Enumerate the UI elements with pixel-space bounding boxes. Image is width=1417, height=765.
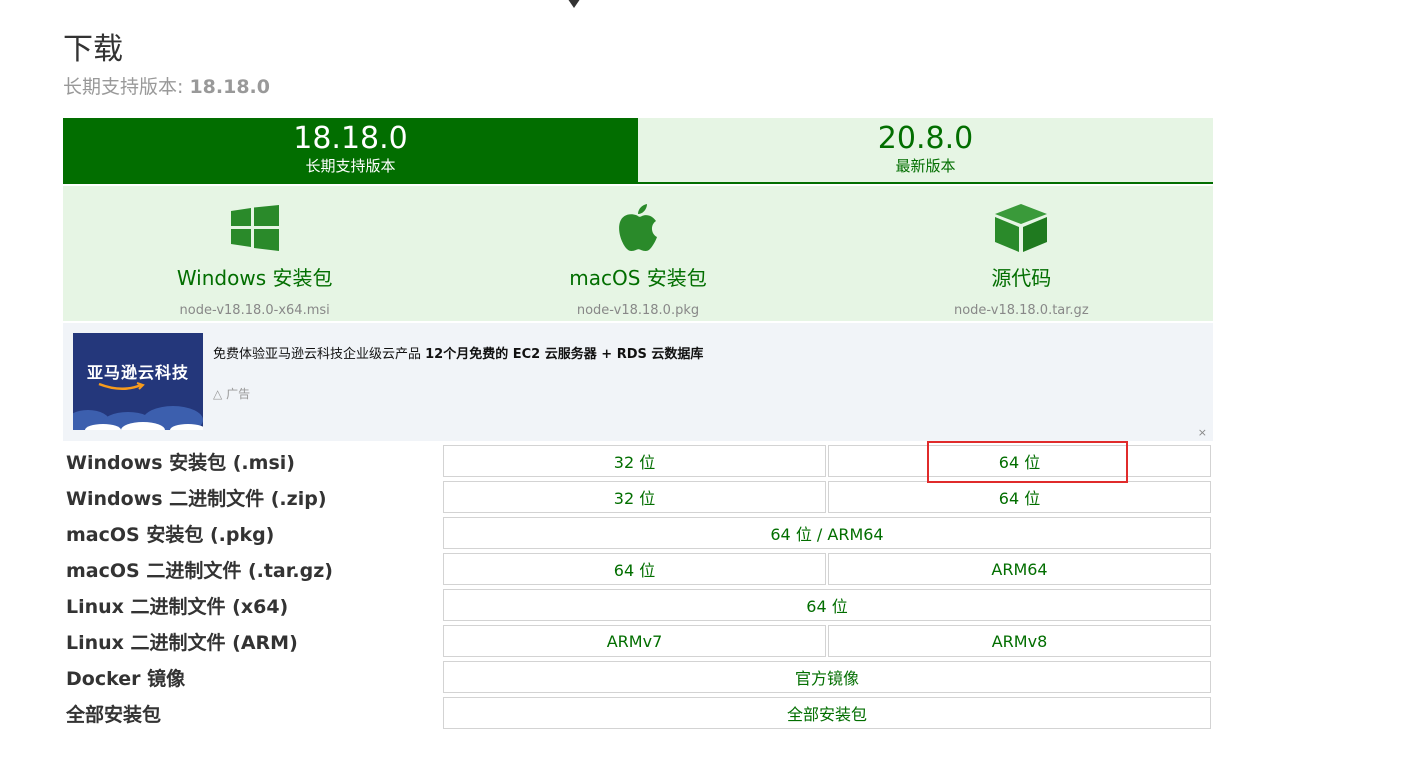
- download-row-macos-tar: macOS 二进制文件 (.tar.gz) 64 位 ARM64: [63, 553, 1213, 585]
- aws-logo-text: 亚马逊云科技: [86, 363, 189, 382]
- page-subtitle: 长期支持版本: 18.18.0: [63, 72, 270, 99]
- windows-installer-link[interactable]: Windows 安装包 node-v18.18.0-x64.msi: [63, 186, 446, 321]
- tab-current-tag: 最新版本: [895, 157, 956, 175]
- download-row-label: macOS 安装包 (.pkg): [66, 524, 275, 546]
- macos-installer-name: macOS 安装包: [569, 266, 707, 290]
- subtitle-version: 18.18.0: [189, 76, 270, 98]
- download-link-linux-x64[interactable]: 64 位: [443, 589, 1211, 621]
- download-row-label: 全部安装包: [66, 704, 162, 726]
- download-row-label: Linux 二进制文件 (x64): [66, 596, 289, 618]
- download-link-macos-pkg[interactable]: 64 位 / ARM64: [443, 517, 1211, 549]
- windows-installer-name: Windows 安装包: [176, 266, 333, 290]
- download-link-macos-tar-arm64[interactable]: ARM64: [828, 553, 1211, 585]
- download-row-label: Windows 二进制文件 (.zip): [66, 488, 327, 510]
- cube-icon: [995, 204, 1048, 252]
- clouds-icon: [73, 406, 203, 430]
- download-row-windows-msi: Windows 安装包 (.msi) 32 位 64 位: [63, 445, 1213, 477]
- download-row-all: 全部安装包 全部安装包: [63, 697, 1213, 729]
- dropdown-caret-icon: [563, 0, 585, 8]
- tab-lts[interactable]: 18.18.0 长期支持版本: [63, 118, 638, 184]
- tab-lts-tag: 长期支持版本: [305, 157, 396, 175]
- ad-close-button[interactable]: ×: [1198, 426, 1207, 439]
- macos-installer-file: node-v18.18.0.pkg: [576, 303, 700, 318]
- macos-installer-link[interactable]: macOS 安装包 node-v18.18.0.pkg: [446, 186, 829, 321]
- windows-installer-file: node-v18.18.0-x64.msi: [179, 303, 330, 318]
- download-row-docker: Docker 镜像 官方镜像: [63, 661, 1213, 693]
- download-row-linux-arm: Linux 二进制文件 (ARM) ARMv7 ARMv8: [63, 625, 1213, 657]
- download-row-macos-pkg: macOS 安装包 (.pkg) 64 位 / ARM64: [63, 517, 1213, 549]
- page-title: 下载: [63, 32, 123, 67]
- download-row-label: Windows 安装包 (.msi): [66, 452, 295, 474]
- download-link-linux-armv8[interactable]: ARMv8: [828, 625, 1211, 657]
- download-link-windows-msi-32[interactable]: 32 位: [443, 445, 826, 477]
- download-link-docker[interactable]: 官方镜像: [443, 661, 1211, 693]
- download-link-windows-zip-64[interactable]: 64 位: [828, 481, 1211, 513]
- apple-icon: [617, 204, 659, 252]
- ad-label-text: 广告: [226, 387, 251, 401]
- download-link-all[interactable]: 全部安装包: [443, 697, 1211, 729]
- download-row-label: Linux 二进制文件 (ARM): [66, 632, 298, 654]
- download-row-linux-x64: Linux 二进制文件 (x64) 64 位: [63, 589, 1213, 621]
- aws-logo[interactable]: 亚马逊云科技: [73, 333, 203, 430]
- download-link-macos-tar-64[interactable]: 64 位: [443, 553, 826, 585]
- download-row-windows-zip: Windows 二进制文件 (.zip) 32 位 64 位: [63, 481, 1213, 513]
- download-row-label: macOS 二进制文件 (.tar.gz): [66, 560, 333, 582]
- download-row-label: Docker 镜像: [66, 668, 186, 690]
- source-code-name: 源代码: [991, 266, 1052, 290]
- amazon-smile-icon: [98, 382, 145, 390]
- download-link-linux-armv7[interactable]: ARMv7: [443, 625, 826, 657]
- ad-text[interactable]: 免费体验亚马逊云科技企业级云产品 12个月免费的 EC2 云服务器 + RDS …: [213, 343, 703, 362]
- ad-text-bold: 12个月免费的 EC2 云服务器 + RDS 云数据库: [425, 347, 704, 362]
- subtitle-prefix: 长期支持版本:: [63, 76, 190, 98]
- tab-lts-version: 18.18.0: [293, 121, 408, 156]
- download-link-windows-zip-32[interactable]: 32 位: [443, 481, 826, 513]
- source-code-link[interactable]: 源代码 node-v18.18.0.tar.gz: [830, 186, 1213, 321]
- ad-text-normal: 免费体验亚马逊云科技企业级云产品: [213, 347, 426, 362]
- ad-icon: △: [213, 387, 223, 401]
- installer-panel: Windows 安装包 node-v18.18.0-x64.msi macOS …: [63, 186, 1213, 321]
- windows-icon: [230, 204, 279, 252]
- ad-banner[interactable]: 亚马逊云科技 免费体验亚马逊云科技企业级云产品 12个月免费的 EC2 云服务器…: [63, 323, 1213, 441]
- tab-current-version: 20.8.0: [877, 121, 974, 156]
- tab-current[interactable]: 20.8.0 最新版本: [638, 118, 1213, 184]
- source-code-file: node-v18.18.0.tar.gz: [953, 303, 1089, 318]
- download-link-windows-msi-64[interactable]: 64 位: [828, 445, 1211, 477]
- version-tabs: 18.18.0 长期支持版本 20.8.0 最新版本: [63, 118, 1213, 184]
- ad-label: △ 广告: [213, 385, 250, 402]
